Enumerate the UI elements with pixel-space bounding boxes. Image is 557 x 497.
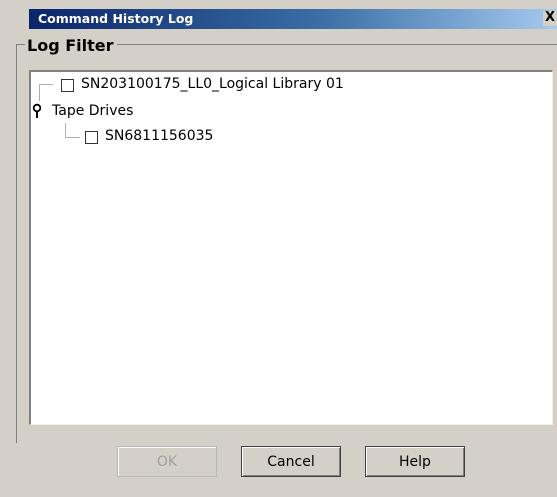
- log-filter-label: Log Filter: [25, 36, 117, 55]
- tape-drive-checkbox[interactable]: [85, 131, 98, 144]
- logical-library-checkbox[interactable]: [61, 79, 74, 92]
- logical-library-label: SN203100175_LL0_Logical Library 01: [81, 76, 344, 92]
- tape-drives-label: Tape Drives: [52, 103, 134, 119]
- ok-button[interactable]: OK: [117, 446, 217, 477]
- help-button[interactable]: Help: [365, 446, 465, 477]
- window-title: Command History Log: [38, 11, 194, 26]
- log-filter-tree[interactable]: SN203100175_LL0_Logical Library 01 Tape …: [29, 70, 553, 425]
- tree-connector-line: [65, 137, 80, 138]
- tape-drive-label: SN6811156035: [105, 128, 214, 144]
- tree-connector-line: [39, 84, 53, 85]
- expand-toggle-icon[interactable]: [32, 103, 42, 119]
- tree-connector-line: [39, 84, 40, 101]
- title-bar: Command History Log X: [29, 9, 557, 29]
- cancel-button[interactable]: Cancel: [241, 446, 341, 477]
- tree-connector-line: [65, 123, 66, 137]
- close-icon[interactable]: X: [543, 11, 557, 26]
